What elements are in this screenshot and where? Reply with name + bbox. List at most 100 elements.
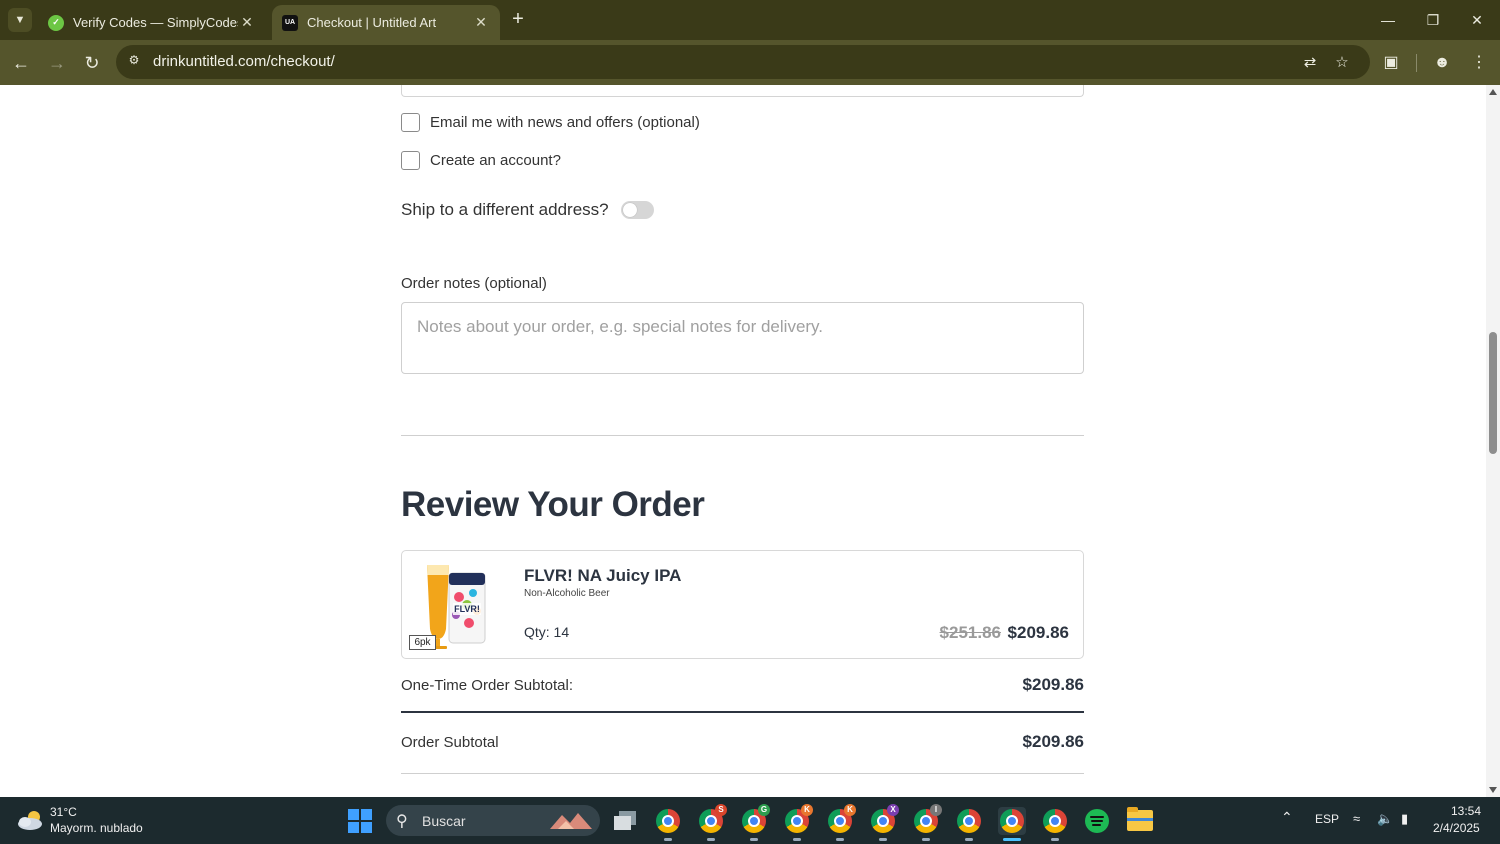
simplycodes-favicon-icon: ✓ <box>48 14 64 31</box>
search-highlight-art-icon <box>550 813 592 829</box>
wifi-icon[interactable]: ≈ <box>1353 811 1360 826</box>
create-account-checkbox[interactable] <box>401 151 420 170</box>
battery-icon[interactable]: ▮ <box>1401 811 1408 827</box>
chrome-taskbar-app[interactable]: K <box>783 804 813 841</box>
original-price: $251.86 <box>939 623 1001 642</box>
windows-start-icon[interactable] <box>348 809 372 833</box>
chrome-taskbar-app[interactable] <box>1041 807 1069 841</box>
create-account-label[interactable]: Create an account? <box>430 152 561 169</box>
minimize-icon[interactable]: — <box>1373 8 1403 32</box>
one-time-subtotal-label: One-Time Order Subtotal: <box>401 676 574 694</box>
running-indicator <box>965 838 973 841</box>
chrome-icon <box>656 809 680 833</box>
reload-icon[interactable]: ↻ <box>79 50 105 76</box>
url-text[interactable]: drinkuntitled.com/checkout/ <box>153 53 335 70</box>
tab-title: Checkout | Untitled Art <box>307 15 437 30</box>
chrome-taskbar-app[interactable]: G <box>740 804 770 841</box>
tab-checkout[interactable]: UA Checkout | Untitled Art ✕ <box>272 5 500 40</box>
running-indicator <box>836 838 844 841</box>
product-name: FLVR! NA Juicy IPA <box>524 566 682 585</box>
ship-different-toggle[interactable] <box>620 201 654 219</box>
close-window-icon[interactable]: ✕ <box>1462 8 1492 32</box>
ship-different-row: Ship to a different address? <box>401 200 654 220</box>
email-optin-label[interactable]: Email me with news and offers (optional) <box>430 114 700 131</box>
order-subtotal-value: $209.86 <box>1022 732 1084 751</box>
address-bar[interactable]: ⚙ drinkuntitled.com/checkout/ ⇄ ☆ <box>116 45 1370 79</box>
spotify-icon[interactable] <box>1085 809 1109 833</box>
chrome-icon <box>1043 809 1067 833</box>
email-optin-row[interactable]: Email me with news and offers (optional) <box>401 113 700 132</box>
create-account-row[interactable]: Create an account? <box>401 151 561 170</box>
weather-temperature[interactable]: 31°C <box>50 805 77 819</box>
order-notes-textarea[interactable] <box>401 302 1084 374</box>
close-tab-icon[interactable]: ✕ <box>238 14 256 31</box>
chrome-taskbar-app[interactable] <box>654 807 682 841</box>
forward-arrow-icon[interactable]: → <box>44 50 70 76</box>
scrollbar-thumb[interactable] <box>1489 332 1497 454</box>
chrome-taskbar-app[interactable] <box>955 807 983 841</box>
section-divider <box>401 435 1084 436</box>
previous-form-field[interactable] <box>401 85 1084 97</box>
windows-taskbar: 31°C Mayorm. nublado ⚲ Buscar S G K K X … <box>0 797 1500 844</box>
discounted-price: $209.86 <box>1007 623 1069 642</box>
clock-date[interactable]: 2/4/2025 <box>1433 821 1480 835</box>
clock-time[interactable]: 13:54 <box>1451 804 1481 818</box>
chrome-taskbar-app-active[interactable] <box>998 807 1026 841</box>
order-notes-label: Order notes (optional) <box>401 275 547 292</box>
profile-badge: X <box>887 804 899 816</box>
toolbar-divider <box>1416 54 1417 72</box>
tab-search-chevron-icon[interactable]: ▼ <box>8 8 32 32</box>
profile-badge: K <box>801 804 813 816</box>
search-placeholder: Buscar <box>422 813 466 829</box>
profile-avatar-icon[interactable]: ☻ <box>1429 50 1455 76</box>
chrome-taskbar-app[interactable]: I <box>912 804 942 841</box>
close-tab-icon[interactable]: ✕ <box>472 14 490 31</box>
show-hidden-icons-chevron-icon[interactable]: ⌃ <box>1281 809 1293 826</box>
pack-size-badge: 6pk <box>409 635 436 650</box>
weather-description[interactable]: Mayorm. nublado <box>50 821 143 835</box>
ship-different-label: Ship to a different address? <box>401 200 609 219</box>
running-indicator <box>1003 838 1021 841</box>
totals-divider <box>401 773 1084 774</box>
search-icon: ⚲ <box>396 813 408 830</box>
file-explorer-icon[interactable] <box>1127 807 1153 831</box>
review-order-heading: Review Your Order <box>401 485 705 524</box>
back-arrow-icon[interactable]: ← <box>8 50 34 76</box>
restore-window-icon[interactable]: ❐ <box>1418 8 1448 32</box>
one-time-subtotal-row: One-Time Order Subtotal: $209.86 <box>401 675 1084 695</box>
running-indicator <box>1051 838 1059 841</box>
chrome-taskbar-app[interactable]: K <box>826 804 856 841</box>
profile-badge: I <box>930 804 942 816</box>
order-item-card: FLVR! 6pk FLVR! NA Juicy IPA Non-Alcohol… <box>401 550 1084 659</box>
bookmark-star-icon[interactable]: ☆ <box>1331 52 1353 74</box>
new-tab-plus-icon[interactable]: + <box>506 8 530 32</box>
running-indicator <box>793 838 801 841</box>
subtotal-divider <box>401 711 1084 713</box>
scroll-down-arrow-icon[interactable] <box>1489 787 1497 793</box>
order-subtotal-row: Order Subtotal $209.86 <box>401 732 1084 752</box>
browser-toolbar: ← → ↻ ⚙ drinkuntitled.com/checkout/ ⇄ ☆ … <box>0 40 1500 85</box>
chrome-taskbar-app[interactable]: X <box>869 804 899 841</box>
tab-title: Verify Codes — SimplyCodes <box>73 15 238 30</box>
extensions-puzzle-icon[interactable]: ▣ <box>1378 50 1404 76</box>
input-language[interactable]: ESP <box>1315 812 1339 826</box>
translate-icon[interactable]: ⇄ <box>1299 52 1321 74</box>
volume-speaker-icon[interactable]: 🔈 <box>1377 811 1393 827</box>
running-indicator <box>922 838 930 841</box>
page-scrollbar[interactable] <box>1486 85 1500 797</box>
running-indicator <box>879 838 887 841</box>
running-indicator <box>750 838 758 841</box>
task-view-icon[interactable] <box>612 809 638 833</box>
kebab-menu-icon[interactable]: ⋮ <box>1466 50 1492 76</box>
partly-cloudy-icon[interactable] <box>16 809 46 831</box>
order-subtotal-label: Order Subtotal <box>401 733 499 751</box>
site-info-icon[interactable]: ⚙ <box>124 53 144 71</box>
chrome-taskbar-app[interactable]: S <box>697 804 727 841</box>
email-optin-checkbox[interactable] <box>401 113 420 132</box>
taskbar-search[interactable]: ⚲ Buscar <box>386 805 600 836</box>
one-time-subtotal-value: $209.86 <box>1022 675 1084 694</box>
chrome-icon <box>1000 809 1024 833</box>
scroll-up-arrow-icon[interactable] <box>1489 89 1497 95</box>
tab-simplycodes[interactable]: ✓ Verify Codes — SimplyCodes ✕ <box>38 5 266 40</box>
chrome-icon <box>957 809 981 833</box>
